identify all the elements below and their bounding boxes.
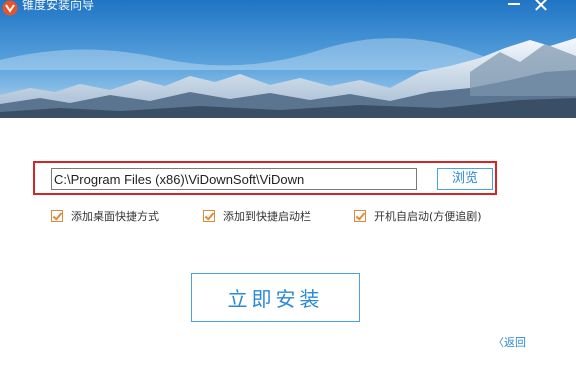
app-logo-icon bbox=[2, 0, 18, 16]
quick-launch-checkbox[interactable] bbox=[203, 210, 215, 222]
close-icon[interactable]: ✕ bbox=[530, 0, 552, 16]
autostart-checkbox[interactable] bbox=[354, 210, 366, 222]
desktop-shortcut-option[interactable]: 添加桌面快捷方式 bbox=[51, 208, 159, 224]
browse-button[interactable]: 浏览 bbox=[437, 168, 493, 190]
autostart-label: 开机自启动(方便追剧) bbox=[374, 210, 482, 223]
window-title: 锥度安装向导 bbox=[22, 0, 95, 12]
back-link[interactable]: 〈返回 bbox=[493, 334, 526, 350]
desktop-shortcut-checkbox[interactable] bbox=[51, 210, 63, 222]
minimize-icon[interactable] bbox=[503, 0, 525, 16]
install-now-button[interactable]: 立即安装 bbox=[191, 273, 360, 322]
autostart-option[interactable]: 开机自启动(方便追剧) bbox=[354, 208, 482, 224]
desktop-shortcut-label: 添加桌面快捷方式 bbox=[71, 210, 159, 223]
header-banner: 锥度安装向导 ✕ bbox=[0, 0, 576, 118]
mountain-banner-image bbox=[0, 0, 576, 118]
quick-launch-label: 添加到快捷启动栏 bbox=[223, 210, 311, 223]
quick-launch-option[interactable]: 添加到快捷启动栏 bbox=[203, 208, 311, 224]
install-path-input[interactable] bbox=[51, 168, 417, 190]
